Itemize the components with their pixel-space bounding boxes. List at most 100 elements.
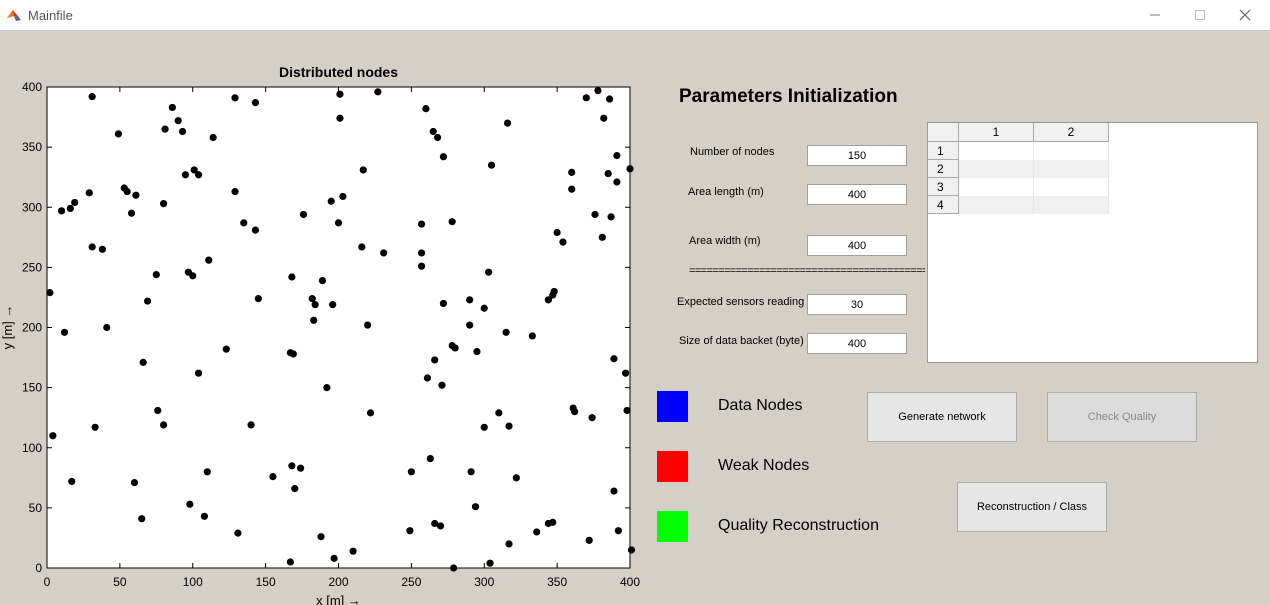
generate-network-button[interactable]: Generate network	[867, 392, 1017, 442]
column-header[interactable]: 1	[959, 123, 1034, 142]
quality-reconstruction-swatch	[657, 511, 688, 542]
node-point	[71, 198, 79, 207]
y-tick-label: 200	[22, 321, 42, 335]
table-corner	[928, 123, 959, 142]
data-nodes-label: Data Nodes	[718, 397, 803, 414]
row-header[interactable]: 3	[928, 178, 959, 196]
table-cell[interactable]	[959, 142, 1034, 160]
node-point	[473, 347, 481, 356]
node-point	[451, 344, 459, 352]
area-length-label: Area length (m)	[688, 186, 764, 198]
table-cell[interactable]	[959, 196, 1034, 214]
check-quality-button[interactable]: Check Quality	[1047, 392, 1197, 442]
node-point	[88, 243, 96, 251]
node-point	[582, 94, 590, 102]
node-point	[49, 432, 57, 440]
node-point	[605, 95, 614, 103]
node-point	[598, 233, 606, 241]
column-header[interactable]: 2	[1034, 123, 1109, 142]
table-cell[interactable]	[1034, 142, 1109, 160]
node-point	[591, 210, 599, 219]
node-point	[329, 301, 337, 309]
node-point	[438, 381, 446, 389]
node-point	[422, 105, 430, 113]
area-width-input[interactable]	[807, 235, 907, 256]
node-point	[254, 295, 262, 303]
area-length-input[interactable]	[807, 184, 907, 205]
node-point	[600, 114, 608, 122]
y-tick-label: 50	[29, 501, 43, 515]
expected-sensors-input[interactable]	[807, 294, 907, 315]
row-header[interactable]: 2	[928, 160, 959, 178]
node-point	[194, 369, 203, 377]
node-point	[123, 188, 131, 196]
node-point	[178, 127, 187, 136]
table-cell[interactable]	[1034, 160, 1109, 178]
table-cell[interactable]	[1034, 178, 1109, 196]
row-header[interactable]: 4	[928, 196, 959, 214]
node-point	[327, 197, 335, 205]
node-point	[568, 168, 576, 176]
node-point	[364, 321, 372, 329]
node-point	[222, 345, 230, 353]
row-header[interactable]: 1	[928, 142, 959, 160]
y-tick-label: 100	[22, 441, 42, 455]
maximize-icon	[1195, 10, 1205, 20]
close-button[interactable]	[1222, 0, 1268, 30]
node-point	[46, 289, 54, 297]
node-point	[374, 88, 382, 96]
table-cell[interactable]	[959, 160, 1034, 178]
node-point	[366, 409, 375, 417]
table-cell[interactable]	[1034, 196, 1109, 214]
node-point	[549, 518, 557, 526]
y-axis-label: y [m] →	[0, 305, 15, 350]
node-point	[114, 130, 123, 138]
maximize-button[interactable]	[1177, 0, 1223, 30]
node-point	[429, 127, 437, 136]
node-point	[98, 245, 106, 253]
node-point	[613, 178, 621, 186]
node-point	[610, 487, 618, 495]
results-table[interactable]: 1 2 1 2 3 4	[927, 122, 1258, 363]
node-point	[160, 421, 168, 429]
node-point	[423, 374, 432, 382]
node-point	[336, 90, 344, 98]
minimize-button[interactable]	[1132, 0, 1178, 30]
node-point	[85, 189, 93, 197]
node-point	[138, 515, 146, 523]
node-point	[339, 192, 347, 201]
quality-reconstruction-label: Quality Reconstruction	[718, 517, 879, 534]
node-point	[439, 299, 448, 308]
x-tick-label: 200	[328, 575, 348, 589]
weak-nodes-label: Weak Nodes	[718, 457, 810, 474]
node-point	[487, 161, 496, 169]
x-tick-label: 350	[547, 575, 567, 589]
x-tick-label: 250	[401, 575, 421, 589]
node-point	[450, 564, 458, 572]
node-point	[550, 287, 558, 296]
node-point	[318, 277, 327, 285]
node-point	[486, 559, 494, 567]
node-point	[417, 249, 426, 257]
window-title: Mainfile	[28, 8, 73, 23]
table-cell[interactable]	[959, 178, 1034, 196]
number-of-nodes-input[interactable]	[807, 145, 907, 166]
x-tick-label: 50	[113, 575, 127, 589]
node-point	[288, 462, 296, 470]
node-point	[466, 296, 474, 304]
node-point	[480, 304, 488, 312]
data-backet-size-label: Size of data backet (byte)	[679, 335, 804, 347]
node-point	[426, 454, 434, 463]
y-tick-label: 300	[22, 200, 42, 214]
node-point	[559, 238, 567, 246]
distributed-nodes-chart: Distributed nodes 0 50 100 150 200 250 300 350 4…	[0, 64, 640, 605]
reconstruction-class-button[interactable]: Reconstruction / Class	[957, 482, 1107, 532]
data-backet-size-input[interactable]	[807, 333, 907, 354]
node-point	[181, 171, 190, 179]
title-bar: Mainfile	[0, 0, 1270, 31]
node-point	[186, 500, 194, 508]
node-point	[431, 356, 439, 364]
node-point	[406, 527, 414, 535]
node-point	[60, 328, 69, 336]
plot-area	[46, 86, 631, 569]
